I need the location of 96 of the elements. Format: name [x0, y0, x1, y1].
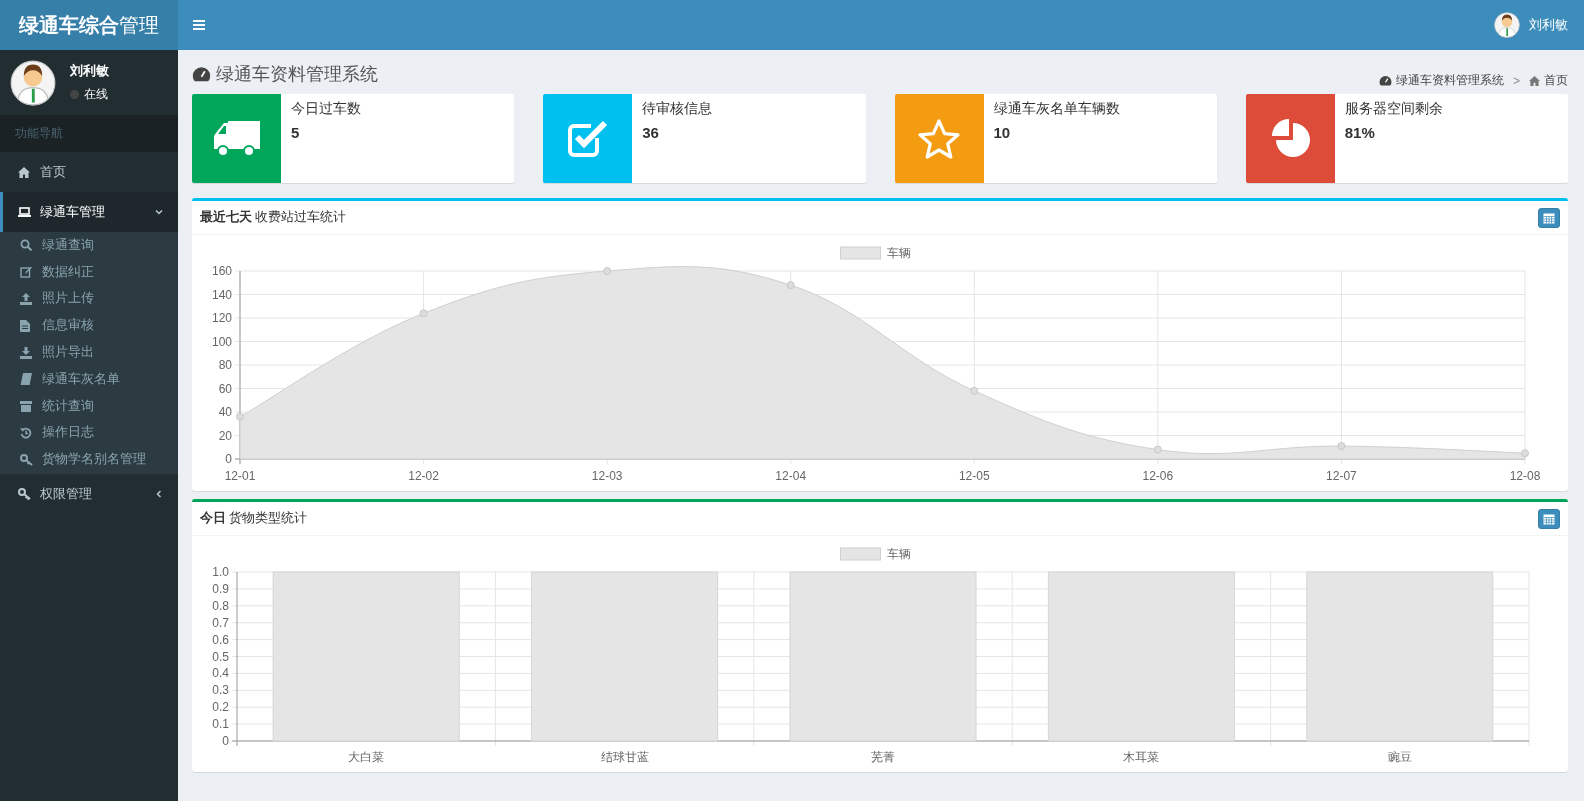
- info-box-value: 5: [291, 124, 301, 141]
- home-icon: [18, 166, 30, 178]
- x-tick-label: 12-08: [1509, 469, 1541, 483]
- y-tick-label: 140: [211, 287, 232, 302]
- submenu-item[interactable]: 数据纠正: [0, 258, 178, 286]
- info-box-label: 服务器空间剩余: [1344, 100, 1443, 118]
- user-name[interactable]: 刘利敏: [1529, 16, 1568, 34]
- legend-label: 车辆: [886, 547, 911, 561]
- calendar-button[interactable]: [1538, 508, 1560, 529]
- submenu-item[interactable]: 照片上传: [0, 285, 178, 313]
- book-icon: [20, 373, 32, 386]
- submenu-item[interactable]: 操作日志: [0, 419, 178, 447]
- y-tick-label: 60: [218, 381, 232, 396]
- box-title: 最近七天 收费站过车统计: [200, 209, 348, 226]
- history-icon: [20, 426, 32, 439]
- breadcrumb-link[interactable]: 绿通车资料管理系统: [1396, 72, 1504, 89]
- submenu-item[interactable]: 绿通车灰名单: [0, 366, 178, 393]
- x-tick-label: 12-07: [1326, 469, 1357, 483]
- y-tick-label: 0.3: [212, 683, 229, 698]
- y-tick-label: 0.5: [212, 649, 229, 664]
- box-title: 今日 货物类型统计: [200, 510, 309, 527]
- download-icon: [20, 346, 32, 359]
- submenu-item[interactable]: 货物学名别名管理: [0, 446, 178, 474]
- pie-chart-icon: [1270, 118, 1311, 159]
- home-icon: [1529, 75, 1540, 86]
- x-tick-label: 12-01: [224, 469, 256, 483]
- page-title: 绿通车资料管理系统: [216, 63, 378, 86]
- x-tick-label: 12-02: [408, 469, 439, 483]
- calendar-button[interactable]: [1538, 207, 1560, 228]
- breadcrumb-separator: >: [1512, 73, 1521, 88]
- truck-icon: [213, 120, 260, 157]
- legend-swatch: [840, 246, 881, 260]
- y-tick-label: 0.9: [212, 581, 229, 596]
- x-tick-label: 木耳菜: [1123, 750, 1160, 764]
- legend-swatch: [840, 547, 881, 561]
- info-box-value: 10: [993, 124, 1012, 141]
- submenu-item[interactable]: 绿通查询: [0, 232, 178, 259]
- user-name: 刘利敏: [70, 62, 109, 80]
- y-tick-label: 0.1: [212, 717, 229, 732]
- avatar-icon: [10, 59, 56, 106]
- menu-icon[interactable]: [193, 20, 205, 30]
- edit-icon: [20, 266, 32, 279]
- chevron-left-icon: [155, 490, 163, 499]
- y-tick-label: 0.7: [212, 615, 229, 630]
- x-tick-label: 12-04: [775, 469, 807, 483]
- file-icon: [20, 319, 30, 332]
- chevron-down-icon: [155, 208, 163, 216]
- info-box-label: 待审核信息: [642, 100, 713, 118]
- y-tick-label: 160: [211, 264, 232, 278]
- archive-icon: [20, 400, 32, 412]
- legend-label: 车辆: [886, 246, 911, 260]
- y-tick-label: 20: [218, 428, 232, 443]
- key-icon: [20, 453, 33, 466]
- x-tick-label: 豌豆: [1387, 750, 1412, 764]
- app-logo[interactable]: 绿通车综合管理: [0, 0, 178, 50]
- x-tick-label: 大白菜: [348, 750, 385, 764]
- checkbox-icon: [566, 119, 609, 158]
- y-tick-label: 0.6: [212, 632, 229, 647]
- nav-item[interactable]: 首页: [0, 152, 178, 192]
- dashboard-icon: [1379, 75, 1392, 86]
- submenu-item[interactable]: 照片导出: [0, 339, 178, 366]
- calendar-icon: [1543, 512, 1555, 525]
- star-icon: [918, 118, 960, 159]
- info-box-label: 绿通车灰名单车辆数: [993, 100, 1120, 118]
- y-tick-label: 0.8: [212, 598, 229, 613]
- submenu-item[interactable]: 信息审核: [0, 312, 178, 340]
- x-tick-label: 结球甘蓝: [600, 750, 649, 764]
- x-tick-label: 12-05: [958, 469, 990, 483]
- nav-item[interactable]: 权限管理: [0, 474, 178, 515]
- upload-icon: [20, 293, 32, 305]
- info-box-value: 36: [642, 124, 660, 141]
- info-box-label: 今日过车数: [291, 100, 361, 118]
- x-tick-label: 芜菁: [871, 750, 895, 764]
- avatar-icon: [1494, 12, 1520, 38]
- y-tick-label: 120: [211, 311, 232, 325]
- y-tick-label: 40: [218, 405, 232, 419]
- y-tick-label: 0: [222, 734, 229, 748]
- laptop-icon: [18, 207, 31, 217]
- y-tick-label: 80: [218, 358, 232, 372]
- y-tick-label: 0: [225, 452, 232, 466]
- search-icon: [20, 239, 32, 252]
- user-status: 在线: [84, 86, 108, 103]
- key-icon: [18, 488, 31, 501]
- nav-item[interactable]: 绿通车管理: [0, 192, 178, 232]
- y-tick-label: 1.0: [212, 565, 229, 579]
- submenu-item[interactable]: 统计查询: [0, 392, 178, 420]
- y-tick-label: 0.4: [212, 666, 229, 681]
- y-tick-label: 0.2: [212, 700, 229, 715]
- dashboard-icon: [192, 66, 211, 82]
- x-tick-label: 12-06: [1142, 469, 1174, 483]
- breadcrumb-link[interactable]: 首页: [1544, 72, 1568, 89]
- y-tick-label: 100: [211, 334, 232, 349]
- calendar-icon: [1543, 211, 1555, 224]
- nav-header: 功能导航: [0, 115, 178, 152]
- x-tick-label: 12-03: [591, 469, 623, 483]
- info-box-value: 81%: [1344, 124, 1376, 141]
